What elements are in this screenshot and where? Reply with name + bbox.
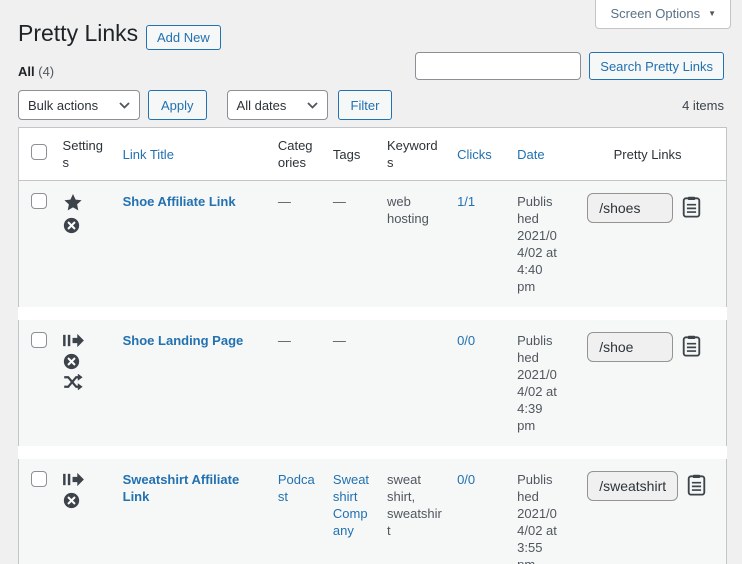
dates-filter-select[interactable]: All dates [226, 90, 328, 120]
date-value: Published 2021/04/02 at 4:39 pm [517, 333, 557, 433]
pretty-links-admin-page: Screen Options ▼ Pretty Links Add New Al… [0, 0, 742, 564]
category-link[interactable]: Podcast [278, 472, 315, 504]
dismiss-icon [63, 217, 80, 234]
apply-button[interactable]: Apply [148, 90, 207, 120]
view-filter-all[interactable]: All [18, 64, 35, 79]
bulk-actions-selected-value: Bulk actions [28, 97, 99, 113]
tag-link[interactable]: Sweatshirt Company [333, 472, 369, 538]
redirect-forward-icon [62, 471, 84, 488]
page-title: Pretty Links [18, 20, 139, 46]
dates-selected-value: All dates [236, 97, 287, 113]
dismiss-icon [63, 492, 80, 509]
dismiss-icon [63, 353, 80, 370]
copy-link-button[interactable] [682, 196, 701, 218]
clipboard-icon [687, 474, 706, 499]
clicks-link[interactable]: 1/1 [457, 194, 475, 209]
search-input[interactable] [415, 52, 582, 80]
table-row: Sweatshirt Affiliate Link Podcast Sweats… [18, 452, 727, 564]
link-title[interactable]: Shoe Landing Page [123, 333, 244, 348]
pretty-link-slug[interactable]: /shoes [587, 193, 674, 223]
row-checkbox[interactable] [31, 471, 47, 487]
chevron-down-icon [119, 101, 130, 109]
clipboard-icon [682, 196, 701, 221]
view-filters: All (4) [18, 64, 54, 79]
table-row: Shoe Affiliate Link — — web hosting 1/1 … [18, 180, 727, 320]
link-title[interactable]: Sweatshirt Affiliate Link [123, 472, 240, 504]
table-toolbar: Bulk actions Apply All dates Filter 4 it… [18, 90, 727, 120]
bulk-actions-select[interactable]: Bulk actions [18, 90, 140, 120]
add-new-button[interactable]: Add New [146, 25, 221, 50]
column-header-categories: Categories [267, 127, 323, 181]
clicks-link[interactable]: 0/0 [457, 333, 475, 348]
categories-value: — [277, 333, 291, 348]
redirect-forward-icon [62, 332, 84, 349]
column-header-clicks[interactable]: Clicks [457, 147, 492, 162]
clicks-link[interactable]: 0/0 [457, 472, 475, 487]
copy-link-button[interactable] [687, 474, 706, 496]
items-count: 4 items [682, 97, 724, 113]
column-header-date[interactable]: Date [517, 147, 544, 162]
chevron-down-icon: ▼ [708, 9, 716, 18]
column-header-settings: Settings [52, 127, 113, 181]
screen-options-tab[interactable]: Screen Options ▼ [595, 0, 731, 29]
filter-button[interactable]: Filter [337, 90, 393, 120]
view-filter-all-count: (4) [38, 64, 55, 79]
copy-link-button[interactable] [682, 335, 701, 357]
link-title[interactable]: Shoe Affiliate Link [123, 194, 236, 209]
screen-options-label: Screen Options [610, 6, 701, 21]
table-header-row: Settings Link Title Categories Tags Keyw… [18, 127, 727, 181]
select-all-checkbox[interactable] [31, 144, 47, 160]
search-button[interactable]: Search Pretty Links [589, 52, 724, 80]
clipboard-icon [682, 335, 701, 360]
pretty-link-slug[interactable]: /sweatshirt [587, 471, 679, 501]
tags-value: — [332, 194, 346, 209]
star-icon [63, 193, 83, 213]
shuffle-icon [63, 374, 83, 390]
date-value: Published 2021/04/02 at 4:40 pm [517, 194, 557, 294]
column-header-tags: Tags [322, 127, 377, 181]
column-header-pretty-links: Pretty Links [569, 127, 727, 181]
pretty-link-slug[interactable]: /shoe [587, 332, 674, 362]
row-checkbox[interactable] [31, 193, 47, 209]
row-checkbox[interactable] [31, 332, 47, 348]
date-value: Published 2021/04/02 at 3:55 pm [517, 472, 557, 564]
tags-value: — [332, 333, 346, 348]
search-box: Search Pretty Links [415, 52, 724, 80]
chevron-down-icon [306, 101, 318, 109]
keywords-value: web hosting [386, 194, 429, 226]
categories-value: — [277, 194, 291, 209]
column-header-link-title[interactable]: Link Title [123, 147, 174, 162]
pretty-links-table: Settings Link Title Categories Tags Keyw… [18, 127, 727, 564]
table-row: Shoe Landing Page — — 0/0 Published 2021… [18, 313, 727, 459]
column-header-keywords: Keywords [376, 127, 448, 181]
links-table-wrapper: Settings Link Title Categories Tags Keyw… [18, 127, 727, 564]
keywords-value: sweat shirt, sweatshirt [386, 472, 442, 538]
